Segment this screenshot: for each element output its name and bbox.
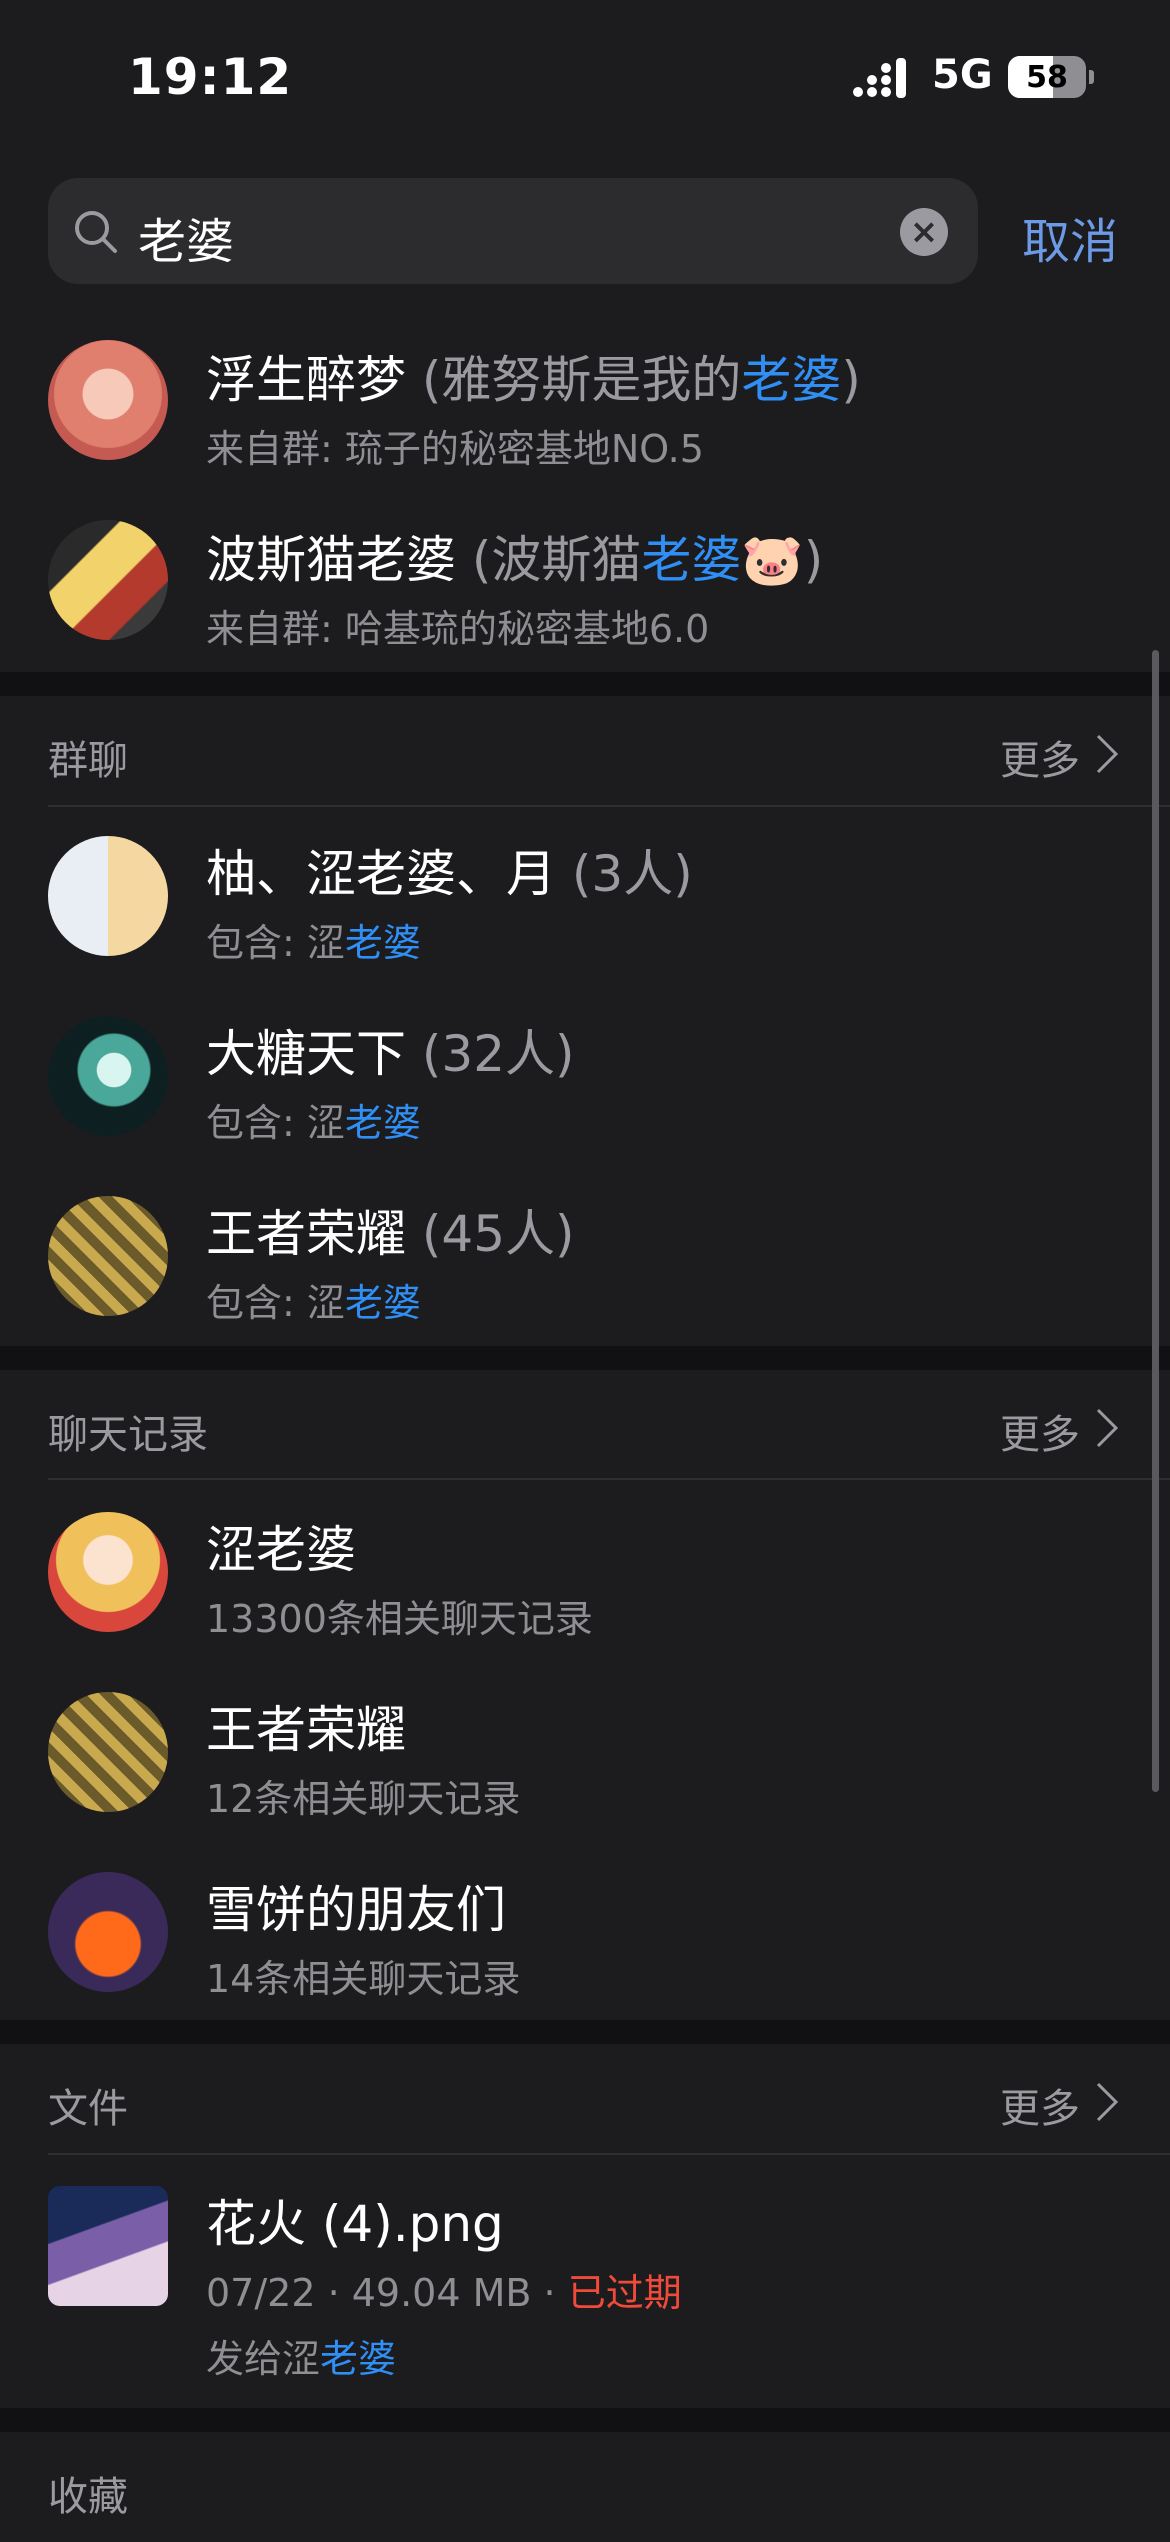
chevron-right-icon[interactable] <box>1094 1406 1120 1450</box>
chat-record-count: 12条相关聊天记录 <box>206 1777 521 1821</box>
more-chats-button[interactable]: 更多 <box>1000 1402 1080 1460</box>
group-result-1[interactable]: 柚、涩老婆、月 (3人) 包含: 涩老婆 <box>0 830 1170 1010</box>
avatar <box>48 1692 168 1812</box>
more-groups-button[interactable]: 更多 <box>1000 728 1080 786</box>
chat-record-count: 14条相关聊天记录 <box>206 1957 521 2001</box>
chevron-right-icon[interactable] <box>1094 732 1120 776</box>
group-result-3[interactable]: 王者荣耀 (45人) 包含: 涩老婆 <box>0 1190 1170 1350</box>
group-title: 柚、涩老婆、月 (3人) <box>206 845 693 903</box>
network-type: 5G <box>932 52 993 98</box>
section-header-files: 文件 更多 <box>0 2044 1170 2154</box>
avatar <box>48 1016 168 1136</box>
chat-result-2[interactable]: 王者荣耀 12条相关聊天记录 <box>0 1686 1170 1866</box>
contact-result-1[interactable]: 浮生醉梦 (雅努斯是我的老婆) 来自群: 琉子的秘密基地NO.5 <box>0 334 1170 514</box>
battery-icon: 58 <box>1008 56 1086 98</box>
section-header-chats: 聊天记录 更多 <box>0 1370 1170 1480</box>
search-icon <box>75 211 117 253</box>
group-result-2[interactable]: 大糖天下 (32人) 包含: 涩老婆 <box>0 1010 1170 1190</box>
cellular-signal-icon <box>853 58 906 98</box>
group-contains: 包含: 涩老婆 <box>206 1101 421 1145</box>
section-title: 聊天记录 <box>48 1412 208 1458</box>
file-sent-to: 发给涩老婆 <box>206 2337 397 2381</box>
more-files-button[interactable]: 更多 <box>1000 2076 1080 2134</box>
section-gap <box>0 1346 1170 1370</box>
search-query[interactable]: 老婆 <box>138 202 234 272</box>
search-input[interactable]: 老婆 × <box>48 178 978 284</box>
divider <box>48 805 1170 807</box>
section-gap <box>0 2020 1170 2044</box>
scrollbar[interactable] <box>1152 650 1159 1792</box>
file-name: 花火 (4).png <box>206 2195 504 2253</box>
chat-record-count: 13300条相关聊天记录 <box>206 1597 593 1641</box>
battery-percent: 58 <box>1026 60 1068 95</box>
avatar <box>48 1512 168 1632</box>
chat-result-1[interactable]: 涩老婆 13300条相关聊天记录 <box>0 1506 1170 1686</box>
contact-title: 浮生醉梦 (雅努斯是我的老婆) <box>206 351 861 409</box>
contact-subtitle: 来自群: 琉子的秘密基地NO.5 <box>206 427 704 471</box>
section-title: 群聊 <box>48 738 128 784</box>
contact-result-2[interactable]: 波斯猫老婆 (波斯猫老婆🐷) 来自群: 哈基琉的秘密基地6.0 <box>0 514 1170 674</box>
clear-search-button[interactable]: × <box>900 208 948 256</box>
section-header-groups: 群聊 更多 <box>0 696 1170 806</box>
group-title: 王者荣耀 (45人) <box>206 1205 575 1263</box>
search-bar-row: 老婆 × 取消 <box>0 160 1170 320</box>
battery-tip <box>1089 70 1094 84</box>
chat-result-3[interactable]: 雪饼的朋友们 14条相关聊天记录 <box>0 1866 1170 2026</box>
avatar <box>48 520 168 640</box>
section-gap <box>0 672 1170 696</box>
chat-title: 雪饼的朋友们 <box>206 1881 506 1939</box>
divider <box>48 1478 1170 1480</box>
pig-emoji-icon: 🐷 <box>741 531 804 589</box>
chat-title: 涩老婆 <box>206 1521 356 1579</box>
section-header-favorites: 收藏 <box>0 2432 1170 2542</box>
file-thumbnail <box>48 2186 168 2306</box>
contact-subtitle: 来自群: 哈基琉的秘密基地6.0 <box>206 607 710 651</box>
section-title: 文件 <box>48 2086 128 2132</box>
chevron-right-icon[interactable] <box>1094 2080 1120 2124</box>
contact-title: 波斯猫老婆 (波斯猫老婆🐷) <box>206 531 824 589</box>
section-title: 收藏 <box>48 2474 128 2520</box>
group-contains: 包含: 涩老婆 <box>206 1281 421 1325</box>
avatar <box>48 340 168 460</box>
cancel-button[interactable]: 取消 <box>1022 202 1118 272</box>
avatar <box>48 836 168 956</box>
avatar <box>48 1196 168 1316</box>
avatar <box>48 1872 168 1992</box>
close-icon: × <box>909 212 939 252</box>
expired-label: 已过期 <box>567 2271 682 2315</box>
status-bar: 19:12 5G 58 <box>0 0 1170 160</box>
divider <box>48 2153 1170 2155</box>
section-gap <box>0 2408 1170 2432</box>
file-result-1[interactable]: 花火 (4).png 07/22 · 49.04 MB · 已过期 发给涩老婆 <box>0 2182 1170 2402</box>
group-title: 大糖天下 (32人) <box>206 1025 575 1083</box>
chat-title: 王者荣耀 <box>206 1701 406 1759</box>
file-meta: 07/22 · 49.04 MB · 已过期 <box>206 2271 682 2315</box>
status-time: 19:12 <box>128 48 293 106</box>
group-contains: 包含: 涩老婆 <box>206 921 421 965</box>
